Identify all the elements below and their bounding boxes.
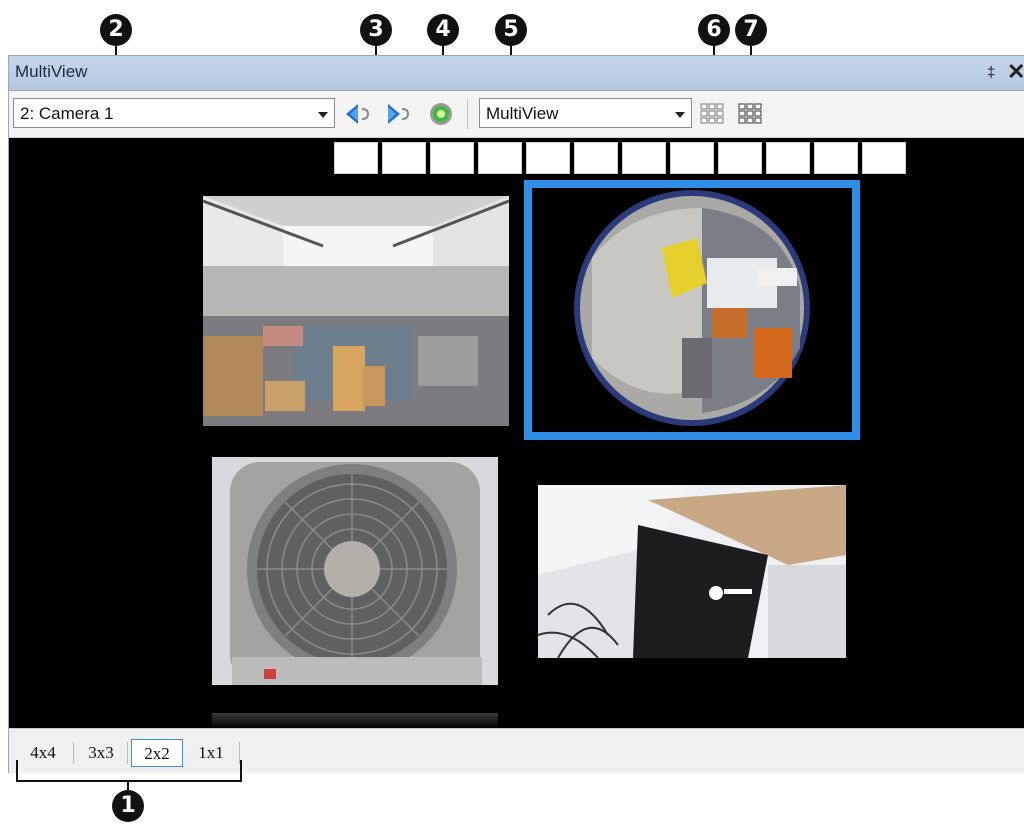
panel-titlebar: MultiView ‡ ✕	[9, 56, 1024, 91]
thumbnail-slot[interactable]	[526, 142, 570, 174]
view-select-value: MultiView	[486, 104, 559, 123]
chevron-down-icon	[318, 112, 328, 118]
previous-camera-icon[interactable]	[344, 101, 372, 127]
callout-2: 2	[100, 14, 132, 46]
panel-title: MultiView	[15, 62, 88, 81]
thumbnail-slot[interactable]	[478, 142, 522, 174]
video-viewport	[9, 138, 1024, 728]
callout-7: 7	[735, 14, 767, 46]
callout-5: 5	[495, 14, 527, 46]
camera-select[interactable]: 2: Camera 1	[13, 98, 335, 128]
close-icon[interactable]: ✕	[1007, 59, 1024, 85]
office-room-feed[interactable]	[203, 196, 509, 426]
thumbnail-slot[interactable]	[622, 142, 666, 174]
thumbnail-slot[interactable]	[430, 142, 474, 174]
layout-3x3-button[interactable]: 3x3	[79, 739, 123, 767]
layout-2x2-button[interactable]: 2x2	[131, 739, 183, 767]
thumbnail-slot[interactable]	[574, 142, 618, 174]
multiview-panel: MultiView ‡ ✕ 2: Camera 1 MultiView 4x4 …	[8, 55, 1024, 773]
camera-select-value: 2: Camera 1	[20, 104, 114, 123]
layout-grid-alt-icon[interactable]	[737, 101, 765, 127]
callout-6: 6	[698, 14, 730, 46]
pin-icon[interactable]: ‡	[987, 64, 995, 81]
toolbar: 2: Camera 1 MultiView	[9, 91, 1024, 138]
device-closeup-feed[interactable]	[538, 485, 846, 658]
refresh-icon[interactable]	[427, 101, 455, 127]
fan-feed-reflection	[212, 713, 498, 728]
layout-4x4-button[interactable]: 4x4	[21, 739, 65, 767]
layout-separator	[127, 742, 128, 764]
layout-bar: 4x4 3x3 2x2 1x1	[9, 728, 1024, 773]
view-select[interactable]: MultiView	[479, 98, 692, 128]
thumbnail-slot[interactable]	[382, 142, 426, 174]
thumbnail-slot[interactable]	[862, 142, 906, 174]
callout-4: 4	[427, 14, 459, 46]
next-camera-icon[interactable]	[384, 101, 412, 127]
layout-separator	[73, 742, 74, 764]
callout-3: 3	[360, 14, 392, 46]
callout-1-bracket	[16, 780, 242, 782]
thumbnail-slot[interactable]	[334, 142, 378, 174]
callout-1: 1	[112, 790, 144, 822]
callout-1-bracket-right	[240, 760, 242, 782]
thumbnail-slot[interactable]	[718, 142, 762, 174]
callout-1-bracket-left	[16, 760, 18, 782]
chevron-down-icon	[675, 112, 685, 118]
thumbnail-slot[interactable]	[814, 142, 858, 174]
layout-grid-icon[interactable]	[699, 101, 727, 127]
thumbnail-slot[interactable]	[766, 142, 810, 174]
fisheye-camera-feed[interactable]	[524, 180, 860, 440]
thumbnail-slot[interactable]	[670, 142, 714, 174]
toolbar-separator	[467, 99, 468, 129]
fan-closeup-feed[interactable]	[212, 457, 498, 685]
layout-1x1-button[interactable]: 1x1	[189, 739, 233, 767]
